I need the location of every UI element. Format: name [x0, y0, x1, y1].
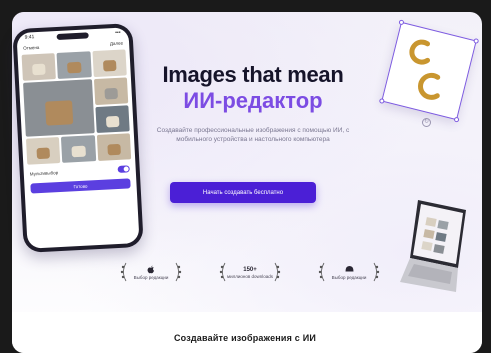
photo-thumbnail[interactable]: [61, 135, 96, 163]
photo-thumbnail[interactable]: [25, 136, 61, 165]
phone-mockup: 9:41 ▪▪▪ Отмена Далее Мультивыбор Готово: [12, 23, 144, 253]
laurel-icon: [373, 262, 380, 282]
laurel-icon: [274, 262, 281, 282]
photo-thumbnail[interactable]: [21, 53, 57, 81]
hero-subheadline: ИИ-редактор: [183, 88, 323, 113]
photo-thumbnail[interactable]: [92, 49, 127, 78]
downloads-count: 150+: [243, 266, 257, 273]
photo-thumbnail-selected[interactable]: [23, 79, 95, 137]
photo-thumbnail[interactable]: [56, 51, 92, 79]
award-text: миллионов downloads: [226, 273, 274, 279]
phone-screen: 9:41 ▪▪▪ Отмена Далее Мультивыбор Готово: [16, 27, 140, 249]
section-heading: Создавайте изображения с ИИ: [173, 333, 317, 343]
cancel-link[interactable]: Отмена: [23, 44, 39, 50]
photo-thumbnail[interactable]: [96, 133, 132, 161]
hero-description: Создавайте профессиональные изображения …: [156, 127, 350, 143]
apple-icon: [147, 265, 155, 275]
award-text: Выбор редакции: [331, 275, 367, 280]
award-badge: Выбор редакции: [318, 258, 380, 288]
toggle-label: Мультивыбор: [29, 170, 59, 177]
award-badge: Выбор редакции: [120, 258, 182, 288]
photo-grid: [17, 47, 135, 167]
next-link[interactable]: Далее: [110, 40, 123, 46]
laurel-icon: [318, 262, 325, 282]
laurel-icon: [120, 262, 127, 282]
laurel-icon: [175, 262, 182, 282]
resize-handle[interactable]: [378, 97, 385, 105]
award-text: Выбор редакции: [133, 275, 169, 280]
signal-icon: ▪▪▪: [115, 29, 121, 36]
start-free-button[interactable]: Начать создавать бесплатно: [170, 182, 316, 203]
multiselect-toggle[interactable]: [117, 165, 130, 173]
photo-thumbnail[interactable]: [95, 105, 130, 134]
laptop-mockup: [400, 200, 466, 292]
laurel-icon: [219, 262, 226, 282]
status-time: 9:41: [24, 34, 35, 41]
award-badge: 150+ миллионов downloads: [219, 258, 281, 288]
awards-row: Выбор редакции 150+ миллионов downloads …: [120, 258, 380, 288]
windows-icon: [345, 265, 354, 275]
hero-headline: Images that mean: [162, 62, 344, 87]
rotate-icon[interactable]: ↻: [422, 118, 431, 127]
photo-thumbnail[interactable]: [93, 77, 129, 106]
